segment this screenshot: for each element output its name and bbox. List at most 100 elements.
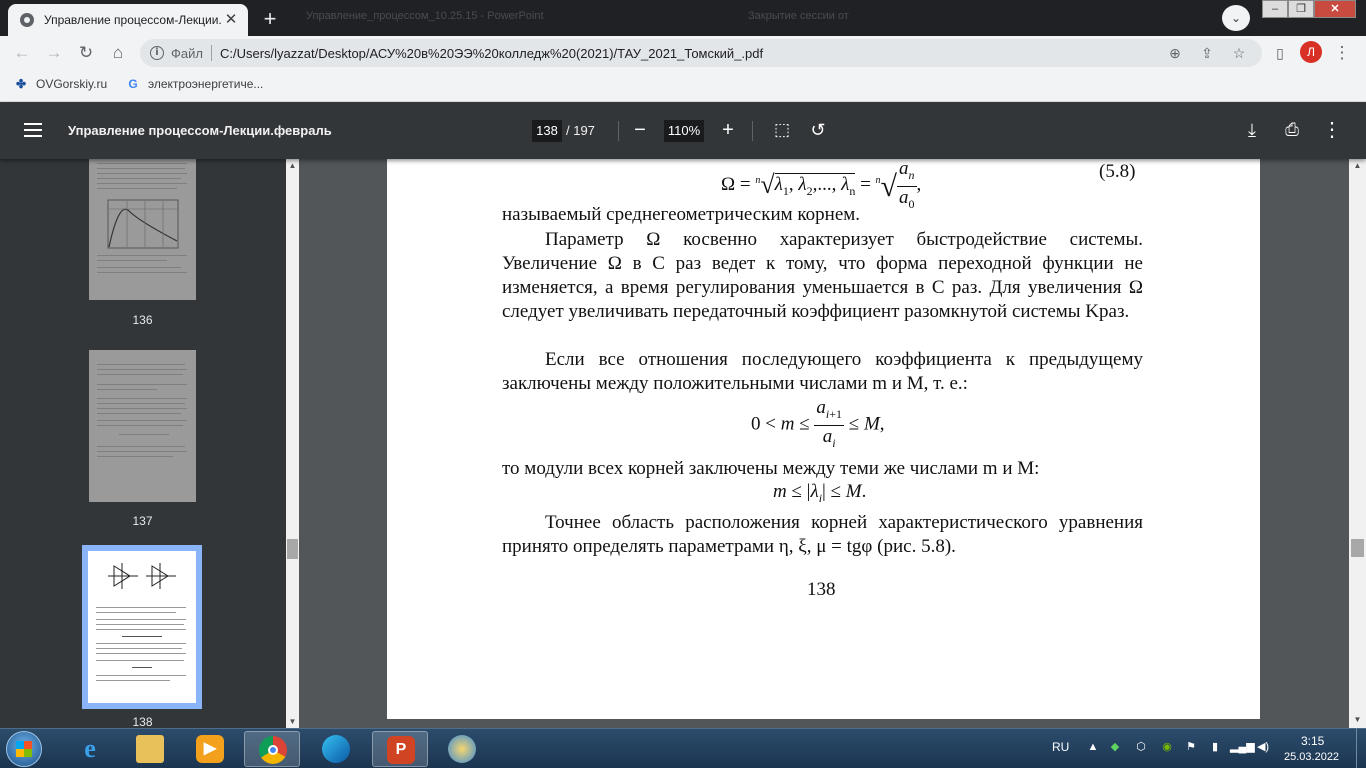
reload-icon[interactable]: ↻ (74, 41, 98, 65)
document-scrollbar[interactable]: ▲ ▼ (1349, 159, 1366, 728)
document-viewport[interactable]: Ω = n√λ1, λ2,..., λn = n√ an a0, (5.8) наз… (299, 159, 1349, 728)
thumbnail-label: 138 (132, 715, 153, 728)
close-tab-icon[interactable]: ✕ (222, 11, 240, 29)
pdf-toolbar: Управление процессом-Лекции.февраль 138 … (0, 103, 1366, 159)
bookmark-star-icon[interactable]: ☆ (1230, 44, 1248, 62)
zoom-icon[interactable]: ⊕ (1166, 44, 1184, 62)
start-button[interactable] (6, 731, 42, 767)
sidebar-scroll-thumb[interactable] (287, 539, 298, 559)
scroll-down-icon[interactable]: ▼ (286, 715, 299, 728)
background-tab[interactable]: Управление_процессом_10.25.15 - PowerPoi… (306, 10, 544, 22)
security-icon[interactable]: ◆ (1108, 740, 1122, 754)
page-total: / 197 (566, 123, 595, 138)
zoom-in-button[interactable]: + (716, 119, 740, 143)
document-scroll-thumb[interactable] (1351, 539, 1364, 557)
tab-title: Управление процессом-Лекции.февраль (44, 13, 222, 27)
address-bar[interactable]: i Файл C:/Users/lyazzat/Desktop/АСУ%20в%… (140, 39, 1262, 67)
globe-icon (20, 13, 34, 27)
new-tab-button[interactable]: + (256, 6, 284, 34)
tray-expand-icon[interactable]: ▲ (1086, 740, 1100, 754)
chrome-icon (259, 736, 287, 764)
page-number-input[interactable]: 138 (532, 120, 562, 142)
menu-icon[interactable] (24, 123, 42, 137)
share-icon[interactable]: ⇪ (1198, 44, 1216, 62)
thumbnail-sidebar: 136 137 138 (0, 159, 299, 728)
maximize-button[interactable]: ❐ (1288, 0, 1314, 18)
more-icon[interactable]: ⋮ (1320, 119, 1344, 143)
internet-explorer-icon: e (84, 734, 96, 763)
thumbnail-137[interactable] (89, 350, 196, 502)
volume-icon[interactable]: ◀) (1256, 740, 1270, 754)
thumbnail-label: 137 (132, 514, 153, 528)
bookmark-google[interactable]: G электроэнергетиче... (126, 77, 263, 91)
scroll-down-icon[interactable]: ▼ (1349, 713, 1366, 726)
print-icon[interactable]: ⎙ (1280, 119, 1304, 143)
minimize-button[interactable]: – (1262, 0, 1288, 18)
media-player-icon: ▶ (196, 735, 224, 763)
browser-toolbar: ← → ↻ ⌂ i Файл C:/Users/lyazzat/Desktop/… (0, 36, 1366, 70)
tab-active[interactable]: Управление процессом-Лекции.февраль ✕ (8, 4, 248, 36)
paragraph-3: Если все отношения последующего коэффици… (502, 349, 1143, 394)
tab-strip: Управление процессом-Лекции.февраль ✕ + … (0, 0, 1366, 36)
forward-icon[interactable]: → (42, 41, 66, 65)
clock-time[interactable]: 3:15 (1301, 734, 1324, 748)
language-indicator[interactable]: RU (1052, 740, 1069, 754)
taskbar-chrome[interactable] (244, 731, 300, 767)
formula-ratio-bounds: 0 < m ≤ ai+1 ai ≤ M, (751, 397, 885, 450)
thumbnail-diagram-icon (108, 563, 176, 589)
scroll-up-icon[interactable]: ▲ (286, 159, 299, 172)
taskbar-explorer[interactable] (122, 731, 178, 767)
clock-date[interactable]: 25.03.2022 (1284, 751, 1339, 763)
network-adapter-icon[interactable]: ⬡ (1134, 740, 1148, 754)
signal-icon[interactable]: ▂▄▆ (1230, 740, 1255, 754)
paragraph-5: Точнее область расположения корней харак… (502, 512, 1143, 557)
paragraph-2: Параметр Ω косвенно характеризует быстро… (502, 229, 1143, 322)
thumbnail-label: 136 (132, 313, 153, 327)
powerpoint-icon: P (387, 736, 415, 764)
pdf-page: Ω = n√λ1, λ2,..., λn = n√ an a0, (5.8) наз… (387, 159, 1260, 719)
background-tab[interactable]: Закрытие сессии от (748, 10, 849, 22)
bookmarks-bar: ✤ OVGorskiy.ru G электроэнергетиче... (0, 70, 1366, 102)
bookmark-ovgorskiy[interactable]: ✤ OVGorskiy.ru (14, 77, 107, 91)
equation-number: (5.8) (1099, 161, 1136, 182)
url-text[interactable]: C:/Users/lyazzat/Desktop/АСУ%20в%20ЭЭ%20… (220, 46, 763, 61)
show-desktop-button[interactable] (1356, 728, 1366, 768)
paragraph-4: то модули всех корней заключены между те… (502, 458, 1040, 479)
sidebar-scrollbar[interactable]: ▲ ▼ (286, 159, 299, 728)
google-icon: G (128, 77, 138, 91)
fit-page-icon[interactable]: ⬚ (770, 119, 794, 143)
power-icon[interactable]: ▮ (1208, 740, 1222, 754)
folder-icon (136, 735, 164, 763)
taskbar-ie[interactable]: e (62, 731, 118, 767)
paint-icon (448, 735, 476, 763)
thumbnail-138[interactable] (88, 551, 196, 703)
profile-avatar[interactable]: Л (1300, 41, 1322, 63)
close-window-button[interactable]: ✕ (1314, 0, 1356, 18)
taskbar-edge[interactable] (308, 731, 364, 767)
sidebar-toggle-icon[interactable]: ▯ (1268, 41, 1292, 65)
home-icon[interactable]: ⌂ (106, 41, 130, 65)
thumbnail-graph-icon (107, 199, 179, 249)
edge-icon (322, 735, 350, 763)
rotate-icon[interactable]: ↺ (806, 119, 830, 143)
zoom-input[interactable]: 110% (664, 120, 704, 142)
info-icon[interactable]: i (150, 46, 164, 60)
nvidia-icon[interactable]: ◉ (1160, 740, 1174, 754)
chrome-menu-icon[interactable]: ⋮ (1330, 41, 1354, 65)
taskbar-paint[interactable] (434, 731, 490, 767)
scroll-up-icon[interactable]: ▲ (1349, 159, 1366, 172)
url-scheme: Файл (171, 45, 203, 61)
bookmark-favicon-icon: ✤ (15, 77, 27, 91)
document-title: Управление процессом-Лекции.февраль (68, 123, 332, 138)
paragraph-1: называемый среднегеометрическим корнем. (502, 204, 861, 225)
page-number-footer: 138 (807, 579, 836, 600)
back-icon[interactable]: ← (10, 41, 34, 65)
zoom-out-button[interactable]: − (628, 119, 652, 143)
flag-icon[interactable]: ⚑ (1184, 740, 1198, 754)
taskbar-powerpoint[interactable]: P (372, 731, 428, 767)
taskbar-media[interactable]: ▶ (182, 731, 238, 767)
thumbnail-136[interactable] (89, 159, 196, 300)
formula-root-bounds: m ≤ |λi| ≤ M. (773, 481, 867, 505)
tab-search-button[interactable]: ⌄ (1222, 5, 1250, 31)
download-icon[interactable]: ⤓ (1240, 119, 1264, 143)
